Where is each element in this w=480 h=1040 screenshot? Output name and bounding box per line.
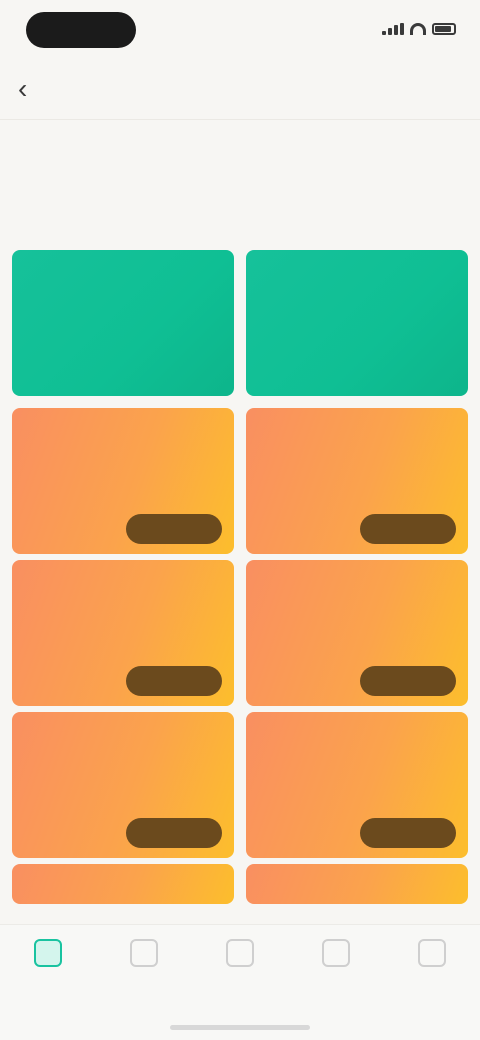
tab-message[interactable] bbox=[288, 939, 384, 1003]
status-bar bbox=[0, 0, 480, 56]
tab-bar bbox=[0, 924, 480, 1040]
home-indicator bbox=[170, 1025, 310, 1030]
card-icon bbox=[226, 939, 254, 967]
page-title bbox=[140, 74, 340, 102]
product-card[interactable] bbox=[12, 408, 234, 554]
product-card[interactable] bbox=[246, 560, 468, 706]
home-icon bbox=[34, 939, 62, 967]
signal-icon bbox=[382, 23, 404, 35]
product-card[interactable] bbox=[246, 250, 468, 396]
banner-subtext bbox=[180, 204, 300, 224]
product-card[interactable] bbox=[12, 864, 234, 904]
wifi-icon bbox=[410, 23, 426, 35]
card-action-button[interactable] bbox=[126, 514, 222, 544]
tab-card[interactable] bbox=[192, 939, 288, 1003]
user-icon bbox=[418, 939, 446, 967]
tab-user[interactable] bbox=[384, 939, 480, 1003]
product-card[interactable] bbox=[12, 712, 234, 858]
promo-banner bbox=[0, 120, 480, 238]
product-card[interactable] bbox=[246, 408, 468, 554]
tab-grid[interactable] bbox=[96, 939, 192, 1003]
product-card[interactable] bbox=[246, 712, 468, 858]
status-icons bbox=[382, 22, 456, 36]
back-arrow-icon[interactable]: ‹ bbox=[18, 75, 44, 103]
product-card[interactable] bbox=[12, 250, 234, 396]
tab-home[interactable] bbox=[0, 939, 96, 1003]
nav-bar: ‹ bbox=[0, 56, 480, 120]
card-action-button[interactable] bbox=[360, 666, 456, 696]
app-screen: ‹ bbox=[0, 0, 480, 1040]
card-action-button[interactable] bbox=[360, 514, 456, 544]
grid-icon bbox=[130, 939, 158, 967]
banner-text bbox=[60, 144, 420, 200]
card-action-button[interactable] bbox=[126, 818, 222, 848]
card-action-button[interactable] bbox=[126, 666, 222, 696]
battery-icon bbox=[432, 23, 456, 35]
status-time bbox=[26, 12, 136, 48]
card-action-button[interactable] bbox=[360, 818, 456, 848]
message-icon bbox=[322, 939, 350, 967]
product-card[interactable] bbox=[12, 560, 234, 706]
product-card[interactable] bbox=[246, 864, 468, 904]
